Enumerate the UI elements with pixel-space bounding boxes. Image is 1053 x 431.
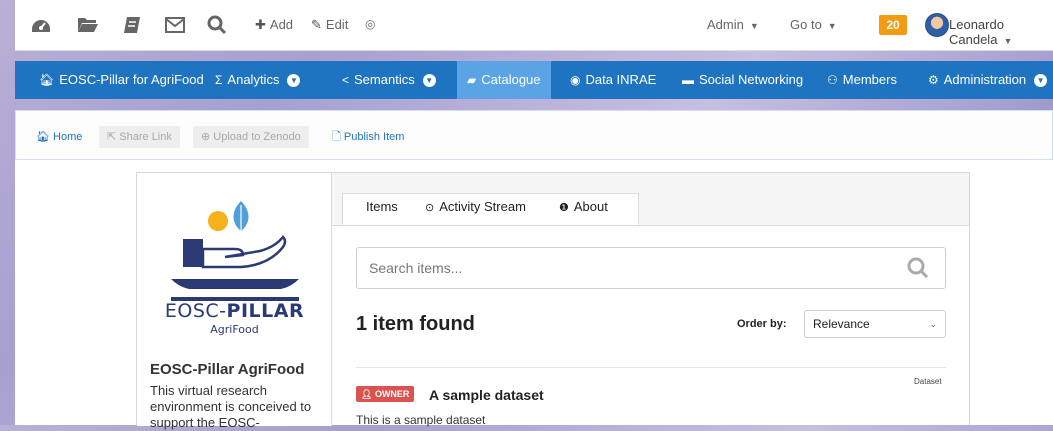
folder-icon[interactable] bbox=[77, 14, 99, 36]
eye-slash-icon[interactable]: ◎ bbox=[365, 17, 375, 31]
top-toolbar: ✚ Add ✎ Edit ◎ Admin ▼ Go to ▼ 20 Leonardo C… bbox=[15, 0, 1053, 51]
nav-item-members[interactable]: ⚇ Members bbox=[827, 61, 897, 99]
order-by-select[interactable]: Relevance ⌄ bbox=[804, 310, 946, 338]
search-input[interactable] bbox=[356, 247, 946, 289]
nav-item-data-inrae[interactable]: ◉ Data INRAE bbox=[570, 61, 656, 99]
upload-icon: ⊕ bbox=[201, 131, 214, 143]
share-icon: ⇱ bbox=[107, 131, 120, 143]
publish-item-button[interactable]: 🗋 Publish Item bbox=[324, 126, 412, 148]
catalogue-card: EOSC-PILLAR AgriFood EOSC-Pillar AgriFoo… bbox=[136, 172, 970, 430]
divider bbox=[356, 367, 946, 368]
organization-panel: EOSC-PILLAR AgriFood EOSC-Pillar AgriFoo… bbox=[137, 173, 332, 430]
logo-title: EOSC-PILLAR bbox=[164, 300, 305, 322]
organization-name: EOSC-Pillar AgriFood bbox=[150, 361, 305, 378]
caret-down-icon: ▼ bbox=[1034, 74, 1048, 88]
home-icon: 🏠︎ bbox=[36, 131, 54, 143]
nav-item-semantics[interactable]: < Semantics ▼ bbox=[342, 61, 436, 99]
upload-zenodo-button: ⊕ Upload to Zenodo bbox=[193, 126, 309, 148]
file-icon: 🗋 bbox=[332, 131, 344, 143]
clock-icon: ⊙ bbox=[425, 202, 435, 214]
caret-down-icon: ▼ bbox=[827, 21, 837, 31]
chevron-down-icon: ⌄ bbox=[929, 319, 937, 329]
book-icon[interactable] bbox=[121, 14, 143, 36]
owner-badge: 👤︎ OWNER bbox=[356, 386, 415, 402]
chat-icon: ▬ bbox=[682, 73, 694, 87]
share-link-button: ⇱ Share Link bbox=[99, 126, 180, 148]
edit-button[interactable]: ✎ Edit bbox=[311, 17, 348, 33]
search-icon[interactable] bbox=[906, 256, 930, 280]
plus-icon: ✚ bbox=[255, 17, 266, 32]
avatar[interactable] bbox=[925, 13, 949, 37]
caret-down-icon: ▼ bbox=[749, 21, 759, 31]
share-icon: < bbox=[342, 73, 350, 87]
add-button[interactable]: ✚ Add bbox=[255, 17, 293, 33]
user-icon: 👤︎ bbox=[361, 389, 375, 399]
caret-down-icon: ▼ bbox=[422, 74, 436, 88]
nav-item-social-networking[interactable]: ▬ Social Networking bbox=[682, 61, 803, 99]
dataset-title-link[interactable]: A sample dataset bbox=[429, 387, 544, 403]
logo-subtitle: AgriFood bbox=[210, 323, 259, 336]
home-icon: 🏠︎ bbox=[39, 73, 55, 87]
sigma-icon: Σ bbox=[215, 73, 223, 87]
results-count: 1 item found bbox=[356, 313, 475, 335]
breadcrumb: 🏠︎ Home ⇱ Share Link ⊕ Upload to Zenodo … bbox=[15, 110, 1053, 160]
gear-icon: ⚙ bbox=[928, 73, 939, 87]
edit-icon: ✎ bbox=[311, 17, 322, 32]
book-icon: ▰ bbox=[467, 73, 477, 87]
tab-activity-stream[interactable]: ⊙ Activity Stream bbox=[425, 199, 526, 214]
nav-item-analytics[interactable]: Σ Analytics ▼ bbox=[215, 61, 301, 99]
goto-menu[interactable]: Go to ▼ bbox=[790, 17, 837, 32]
items-panel: Items ⊙Activity Stream ❶About 1 item fou… bbox=[332, 173, 969, 427]
dashboard-icon[interactable] bbox=[30, 14, 52, 36]
admin-menu[interactable]: Admin ▼ bbox=[707, 17, 759, 32]
compass-icon: ◉ bbox=[570, 73, 581, 87]
tab-strip: Items ⊙ Activity Stream ❶ About bbox=[332, 173, 969, 226]
notification-badge[interactable]: 20 bbox=[879, 15, 907, 35]
nav-item-administration[interactable]: ⚙ Administration ▼ bbox=[928, 61, 1048, 99]
home-link[interactable]: 🏠︎ Home bbox=[28, 126, 90, 148]
user-menu[interactable]: Leonardo Candela ▼ bbox=[949, 17, 1053, 47]
tab-items[interactable]: Items bbox=[366, 199, 398, 214]
dataset-type-label: Dataset bbox=[914, 377, 942, 386]
main-nav: 🏠︎ EOSC-Pillar for AgriFood Σ Analytics ▼ <… bbox=[15, 61, 1053, 99]
info-icon: ❶ bbox=[559, 202, 569, 214]
nav-item-home[interactable]: 🏠︎ EOSC-Pillar for AgriFood bbox=[39, 61, 204, 99]
organization-description: This virtual research environment is con… bbox=[150, 383, 312, 430]
users-icon: ⚇ bbox=[827, 73, 838, 87]
eosc-pillar-logo bbox=[171, 201, 299, 301]
search-icon[interactable] bbox=[206, 14, 228, 36]
order-by-label: Order by: bbox=[737, 318, 787, 330]
caret-down-icon: ▼ bbox=[287, 74, 301, 88]
tab-about[interactable]: ❶ About bbox=[559, 199, 608, 214]
nav-item-catalogue[interactable]: ▰ Catalogue bbox=[457, 61, 551, 99]
mail-icon[interactable] bbox=[164, 14, 186, 36]
caret-down-icon: ▼ bbox=[1003, 36, 1013, 46]
